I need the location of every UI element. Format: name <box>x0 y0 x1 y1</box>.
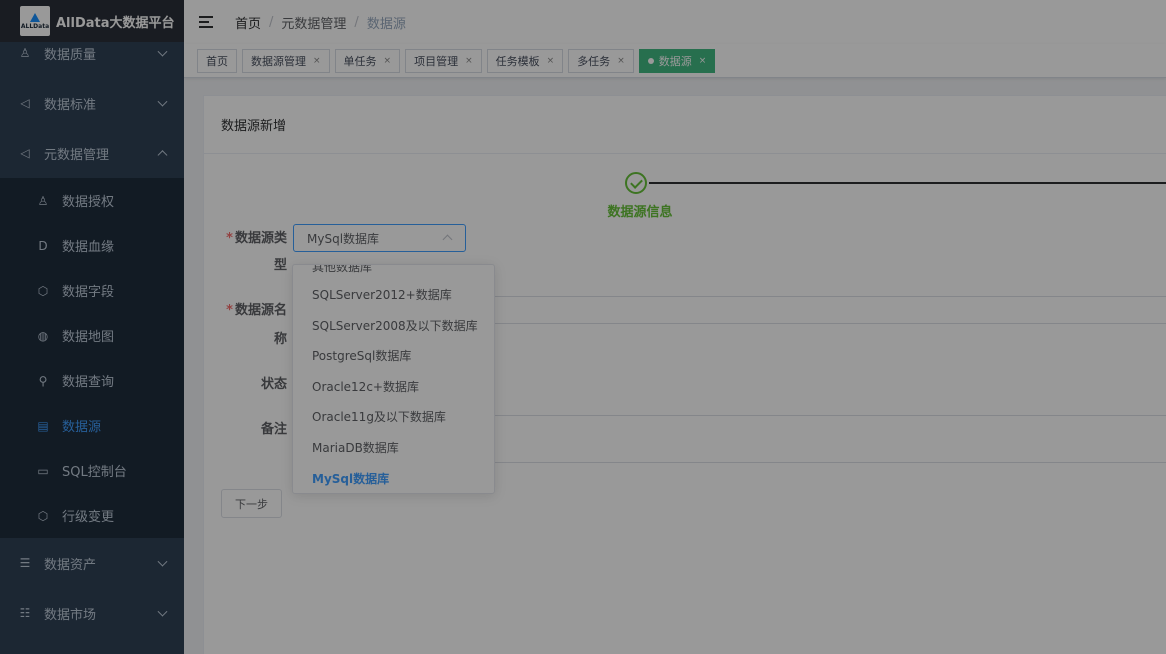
modal-overlay <box>0 0 1166 654</box>
